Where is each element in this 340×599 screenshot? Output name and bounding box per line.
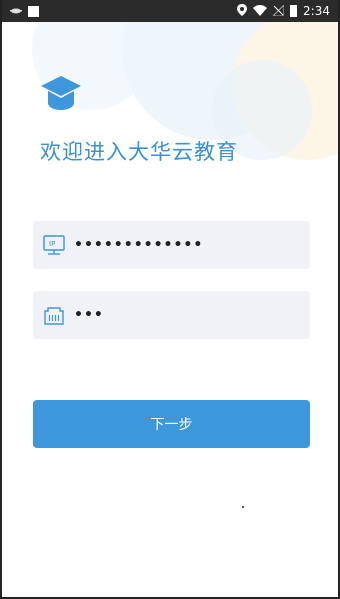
signal-off-icon: [271, 3, 285, 18]
ip-value[interactable]: •••••••••••••: [74, 237, 203, 253]
port-value[interactable]: •••: [74, 307, 104, 323]
status-bar: 2:34: [2, 0, 338, 22]
notification-icon: [10, 6, 22, 17]
ip-input[interactable]: IP •••••••••••••: [33, 221, 310, 269]
network-port-icon: [42, 303, 66, 327]
battery-icon: [290, 5, 298, 17]
graduation-cap-icon: [40, 74, 82, 112]
svg-text:IP: IP: [49, 240, 55, 248]
port-input[interactable]: •••: [33, 291, 310, 339]
stray-dot: [242, 506, 244, 508]
next-step-button[interactable]: 下一步: [33, 400, 310, 448]
status-time: 2:34: [303, 4, 330, 18]
app-screen: 2:34 欢迎进入大华云教育 IP ••••••••••••• ••• 下一步: [0, 0, 340, 599]
wifi-icon: [253, 4, 268, 18]
square-icon: [28, 5, 39, 17]
welcome-title: 欢迎进入大华云教育: [40, 140, 238, 164]
ip-monitor-icon: IP: [42, 233, 66, 257]
location-icon: [237, 4, 248, 18]
